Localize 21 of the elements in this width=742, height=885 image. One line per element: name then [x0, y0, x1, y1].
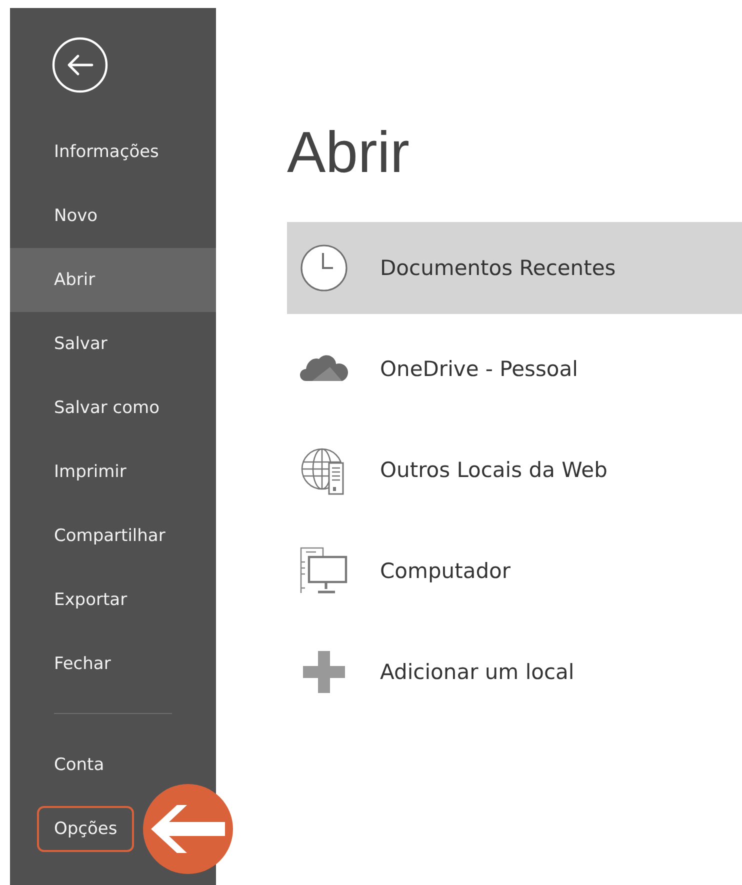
back-icon[interactable] — [52, 37, 108, 93]
menu-item[interactable]: Abrir — [37, 257, 112, 303]
plus-icon — [300, 648, 348, 696]
menu-item[interactable]: Salvar — [37, 321, 124, 367]
place-item[interactable]: Adicionar um local — [287, 626, 742, 718]
menu-item[interactable]: Imprimir — [37, 449, 144, 495]
page-title: Abrir — [287, 119, 410, 187]
place-item[interactable]: Documentos Recentes — [287, 222, 742, 314]
place-item[interactable]: Computador — [287, 525, 742, 617]
menu-item[interactable]: Novo — [37, 193, 115, 239]
menu-item[interactable]: Opções — [37, 806, 134, 852]
place-item[interactable]: OneDrive - Pessoal — [287, 323, 742, 415]
menu-item[interactable]: Exportar — [37, 577, 144, 623]
menu-item[interactable]: Salvar como — [37, 385, 177, 431]
menu-item[interactable]: Fechar — [37, 641, 128, 687]
place-item[interactable]: Outros Locais da Web — [287, 424, 742, 516]
menu-item[interactable]: Compartilhar — [37, 513, 182, 559]
clock-icon — [300, 244, 348, 292]
computer-icon — [300, 547, 348, 595]
menu-item[interactable]: Conta — [37, 742, 122, 788]
menu-item[interactable]: Informações — [37, 129, 176, 175]
